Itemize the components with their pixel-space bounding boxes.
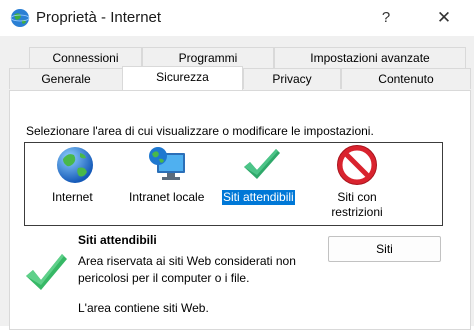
zone-list[interactable]: Internet Intranet locale Siti attendibil… [24,142,443,226]
zone-trusted[interactable]: Siti attendibili [221,143,321,225]
tab-impostazioni-avanzate[interactable]: Impostazioni avanzate [274,47,466,68]
selected-zone-note: L'area contiene siti Web. [78,301,209,315]
tab-privacy[interactable]: Privacy [243,68,341,89]
checkmark-icon [244,149,280,179]
zone-label-intranet: Intranet locale [129,190,205,204]
zone-label-internet: Internet [52,190,93,204]
zone-internet[interactable]: Internet [25,143,125,225]
tab-sicurezza[interactable]: Sicurezza [122,66,243,90]
intranet-icon [149,147,185,180]
zone-label-restricted: Siti con restrizioni [331,190,383,219]
zone-label-trusted: Siti attendibili [222,190,295,205]
selected-zone-title: Siti attendibili [78,233,157,247]
tab-generale[interactable]: Generale [9,68,123,89]
zone-instruction: Selezionare l'area di cui visualizzare o… [26,124,374,138]
tab-connessioni[interactable]: Connessioni [29,47,142,68]
sites-button[interactable]: Siti [328,236,441,262]
tab-contenuto[interactable]: Contenuto [341,68,471,89]
close-button[interactable]: ✕ [432,6,456,30]
window-title: Proprietà - Internet [36,9,162,26]
globe-icon [57,147,93,183]
trusted-checkmark-icon [26,254,67,290]
selected-zone-description: Area riservata ai siti Web considerati n… [78,254,296,285]
title-bar: Proprietà - Internet ? ✕ [0,0,474,36]
zone-restricted[interactable]: Siti con restrizioni [321,143,431,225]
zone-intranet[interactable]: Intranet locale [125,143,225,225]
prohibited-icon [337,145,377,185]
tab-programmi[interactable]: Programmi [142,47,274,68]
help-button[interactable]: ? [374,6,398,30]
internet-options-icon [10,9,30,27]
